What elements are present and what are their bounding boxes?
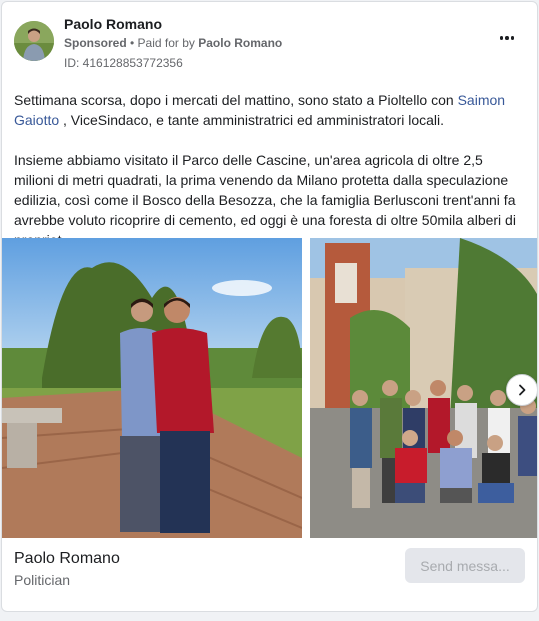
sponsored-label: Sponsored bbox=[64, 36, 127, 50]
ad-header: Paolo Romano Sponsored • Paid for by Pao… bbox=[14, 16, 525, 76]
body-text-segment: Settimana scorsa, dopo i mercati del mat… bbox=[14, 92, 458, 108]
body-paragraph-1: Settimana scorsa, dopo i mercati del mat… bbox=[14, 90, 524, 130]
park-photo bbox=[2, 238, 302, 538]
body-paragraph-2: Insieme abbiamo visitato il Parco delle … bbox=[14, 152, 516, 248]
more-dot-icon bbox=[510, 36, 515, 40]
group-photo bbox=[310, 238, 537, 538]
chevron-right-icon bbox=[519, 384, 526, 396]
carousel-image-2[interactable] bbox=[310, 238, 537, 538]
send-message-button[interactable]: Send messa... bbox=[405, 548, 525, 583]
avatar-image bbox=[14, 21, 54, 61]
image-carousel[interactable] bbox=[2, 238, 537, 538]
ad-card: Paolo Romano Sponsored • Paid for by Pao… bbox=[1, 1, 538, 612]
avatar[interactable] bbox=[14, 21, 54, 61]
carousel-next-button[interactable] bbox=[506, 374, 537, 406]
carousel-image-1[interactable] bbox=[2, 238, 302, 538]
footer-page-name[interactable]: Paolo Romano bbox=[14, 550, 120, 568]
ad-id: ID: 416128853772356 bbox=[64, 56, 183, 70]
paid-for-prefix: • Paid for by bbox=[126, 36, 199, 50]
more-dot-icon bbox=[505, 36, 509, 40]
sponsored-line: Sponsored • Paid for by Paolo Romano bbox=[64, 36, 282, 50]
paid-for-name: Paolo Romano bbox=[198, 36, 283, 50]
more-dot-icon bbox=[499, 36, 504, 40]
footer-page-category: Politician bbox=[14, 572, 71, 588]
body-text-segment: , ViceSindaco, e tante amministratrici e… bbox=[59, 112, 445, 128]
ad-footer: Paolo Romano Politician Send messa... bbox=[14, 548, 525, 594]
ad-body-text: Settimana scorsa, dopo i mercati del mat… bbox=[14, 90, 524, 250]
advertiser-name[interactable]: Paolo Romano bbox=[64, 16, 162, 32]
more-options-button[interactable] bbox=[495, 28, 519, 48]
